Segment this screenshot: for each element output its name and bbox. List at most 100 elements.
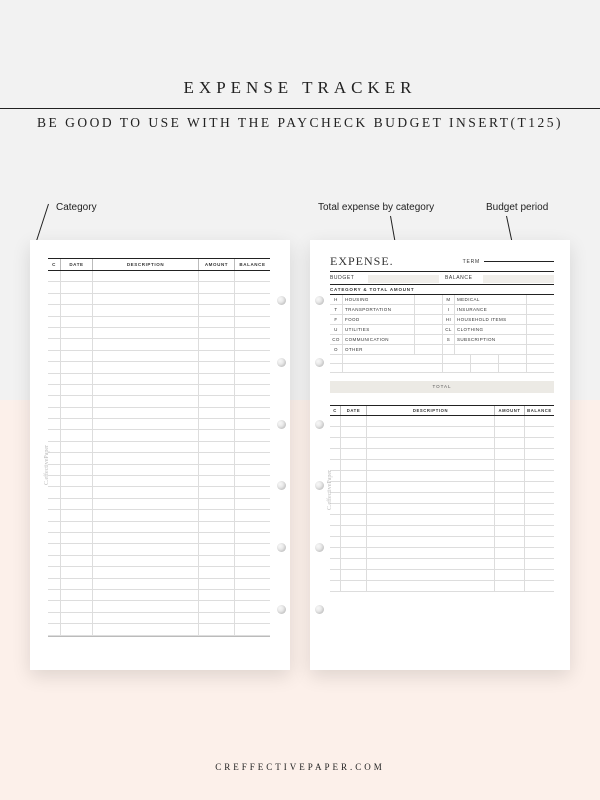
category-name: CLOTHING xyxy=(454,325,526,335)
col-amount: AMOUNT xyxy=(198,259,234,270)
table-row[interactable] xyxy=(48,590,270,601)
table-row[interactable] xyxy=(48,374,270,385)
table-row[interactable] xyxy=(330,537,554,548)
table-row[interactable] xyxy=(330,364,554,373)
table-row[interactable] xyxy=(330,548,554,559)
table-row[interactable] xyxy=(48,430,270,441)
table-row[interactable] xyxy=(48,453,270,464)
term-field[interactable] xyxy=(484,261,554,262)
category-amount[interactable] xyxy=(414,305,442,315)
category-code: CL xyxy=(442,325,454,335)
category-code: F xyxy=(330,315,342,325)
table-row[interactable] xyxy=(330,460,554,471)
table-row[interactable] xyxy=(48,601,270,612)
table-row[interactable] xyxy=(48,317,270,328)
category-amount[interactable] xyxy=(414,345,442,355)
category-amount[interactable] xyxy=(526,325,554,335)
col-balance: BALANCE xyxy=(234,259,270,270)
category-code: HI xyxy=(442,315,454,325)
table-row[interactable] xyxy=(48,408,270,419)
category-amount[interactable] xyxy=(414,325,442,335)
category-code: I xyxy=(442,305,454,315)
watermark: C.effectivePaper xyxy=(327,470,333,510)
table-row[interactable] xyxy=(330,559,554,570)
category-amount[interactable] xyxy=(526,305,554,315)
table-row[interactable] xyxy=(48,328,270,339)
category-amount[interactable] xyxy=(414,315,442,325)
table-row[interactable] xyxy=(48,579,270,590)
ledger-table: C DATE DESCRIPTION AMOUNT BALANCE xyxy=(48,258,270,652)
right-ledger: C DATE DESCRIPTION AMOUNT BALANCE xyxy=(330,405,554,592)
table-row[interactable] xyxy=(48,305,270,316)
category-amount[interactable] xyxy=(414,335,442,345)
category-amount[interactable] xyxy=(526,315,554,325)
table-row[interactable] xyxy=(48,271,270,282)
table-row[interactable] xyxy=(330,449,554,460)
ring-holes xyxy=(312,240,326,670)
table-row[interactable] xyxy=(330,570,554,581)
right-ledger-rows xyxy=(330,416,554,592)
table-row[interactable] xyxy=(48,556,270,567)
table-row[interactable] xyxy=(330,515,554,526)
table-row[interactable] xyxy=(330,482,554,493)
table-row[interactable] xyxy=(48,362,270,373)
table-row[interactable] xyxy=(330,504,554,515)
callout-category: Category xyxy=(56,202,97,213)
table-row[interactable] xyxy=(48,510,270,521)
table-row[interactable] xyxy=(48,282,270,293)
table-row[interactable] xyxy=(48,522,270,533)
category-amount[interactable] xyxy=(526,295,554,305)
col-description: DESCRIPTION xyxy=(366,406,494,415)
col-date: DATE xyxy=(60,259,92,270)
table-row[interactable] xyxy=(48,533,270,544)
category-name: HOUSING xyxy=(342,295,414,305)
table-row[interactable] xyxy=(330,438,554,449)
budget-label: BUDGET xyxy=(330,275,362,283)
table-row[interactable] xyxy=(48,476,270,487)
right-ledger-header: C DATE DESCRIPTION AMOUNT BALANCE xyxy=(330,405,554,416)
expense-heading-row: EXPENSE. TERM xyxy=(330,254,554,272)
table-row[interactable] xyxy=(48,294,270,305)
category-extra-rows xyxy=(330,355,554,373)
table-row[interactable] xyxy=(48,544,270,555)
table-row[interactable] xyxy=(48,499,270,510)
table-row[interactable] xyxy=(330,526,554,537)
table-row[interactable] xyxy=(48,419,270,430)
category-name: SUBSCRIPTION xyxy=(454,335,526,345)
table-row[interactable] xyxy=(48,465,270,476)
category-code: H xyxy=(330,295,342,305)
col-c: C xyxy=(48,259,60,270)
table-row[interactable] xyxy=(48,567,270,578)
budget-field[interactable] xyxy=(368,275,439,283)
category-amount[interactable] xyxy=(526,345,554,355)
col-balance: BALANCE xyxy=(524,406,554,415)
table-row[interactable] xyxy=(330,355,554,364)
left-page: C DATE DESCRIPTION AMOUNT BALANCE C.effe… xyxy=(30,240,290,670)
col-description: DESCRIPTION xyxy=(92,259,198,270)
category-name: UTILITIES xyxy=(342,325,414,335)
table-row[interactable] xyxy=(330,427,554,438)
ring-holes xyxy=(274,240,288,670)
balance-label: BALANCE xyxy=(445,275,477,283)
table-row[interactable] xyxy=(330,416,554,427)
table-row[interactable] xyxy=(48,396,270,407)
expense-heading: EXPENSE. xyxy=(330,254,394,269)
table-row[interactable] xyxy=(48,487,270,498)
table-row[interactable] xyxy=(330,493,554,504)
table-row[interactable] xyxy=(48,442,270,453)
pages-container: C DATE DESCRIPTION AMOUNT BALANCE C.effe… xyxy=(30,240,570,700)
table-row[interactable] xyxy=(48,351,270,362)
table-row[interactable] xyxy=(48,339,270,350)
table-row[interactable] xyxy=(48,385,270,396)
table-row[interactable] xyxy=(48,613,270,624)
category-amount[interactable] xyxy=(526,335,554,345)
term-label: TERM xyxy=(463,259,480,265)
category-amount[interactable] xyxy=(414,295,442,305)
table-row[interactable] xyxy=(330,581,554,592)
category-code: S xyxy=(442,335,454,345)
table-row[interactable] xyxy=(48,624,270,635)
balance-field[interactable] xyxy=(483,275,554,283)
header: EXPENSE TRACKER BE GOOD TO USE WITH THE … xyxy=(0,0,600,131)
category-code: U xyxy=(330,325,342,335)
table-row[interactable] xyxy=(330,471,554,482)
